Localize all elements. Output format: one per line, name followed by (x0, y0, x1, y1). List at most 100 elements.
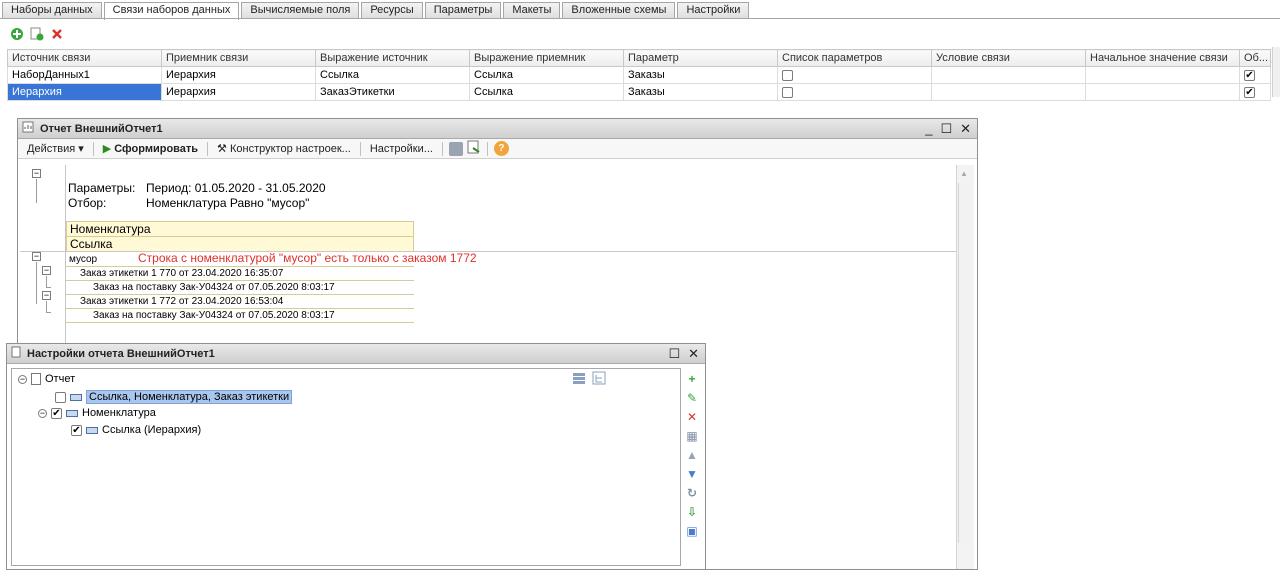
tab-resources[interactable]: Ресурсы (361, 2, 423, 19)
settings-window-titlebar[interactable]: Настройки отчета ВнешнийОтчет1 ☐ ✕ (7, 344, 705, 364)
print-icon[interactable] (448, 141, 463, 156)
save-settings-icon[interactable]: ▣ (685, 524, 699, 538)
column-header[interactable]: Начальное значение связи (1085, 49, 1240, 67)
report-window-titlebar[interactable]: Отчет ВнешнийОтчет1 _ ☐ ✕ (18, 119, 977, 139)
tab-strip: Наборы данных Связи наборов данных Вычис… (2, 2, 751, 20)
outer-scrollbar[interactable] (958, 183, 972, 543)
column-header[interactable]: Выражение приемник (469, 49, 624, 67)
tab-calculated-fields[interactable]: Вычисляемые поля (241, 2, 360, 19)
generate-button[interactable]: ▶ Сформировать (100, 142, 201, 155)
constructor-button[interactable]: ⚒ Конструктор настроек... (214, 142, 354, 155)
report-row[interactable]: Заказ на поставку Зак-У04324 от 07.05.20… (66, 281, 414, 295)
source-expr-cell[interactable]: ЗаказЭтикетки (315, 83, 470, 101)
table-scrollbar[interactable] (1272, 47, 1280, 97)
collapse-icon[interactable]: − (42, 291, 51, 300)
add-group-icon[interactable]: + (685, 372, 699, 386)
close-icon[interactable]: ✕ (960, 121, 971, 137)
move-down-icon[interactable]: ▼ (685, 467, 699, 481)
target-cell[interactable]: Иерархия (161, 66, 316, 84)
tree-node-report[interactable]: − Отчет (18, 373, 75, 385)
edit-icon[interactable]: ✎ (685, 391, 699, 405)
list-view-icon[interactable] (572, 371, 586, 388)
params-label: Параметры: (68, 181, 136, 195)
column-header[interactable]: Источник связи (7, 49, 162, 67)
tab-parameters[interactable]: Параметры (424, 2, 502, 19)
param-list-cell[interactable] (777, 83, 932, 101)
tab-data-sets[interactable]: Наборы данных (2, 2, 102, 19)
scroll-up-icon[interactable]: ▲ (960, 169, 968, 178)
required-checkbox[interactable]: ✔ (1244, 69, 1255, 81)
delete-icon[interactable] (50, 27, 64, 41)
param-list-checkbox[interactable] (782, 86, 793, 98)
report-row[interactable]: Заказ этикетки 1 770 от 23.04.2020 16:35… (66, 267, 414, 281)
settings-icon[interactable]: ▦ (685, 429, 699, 443)
field-icon (70, 393, 82, 401)
report-icon (31, 373, 41, 385)
collapse-icon[interactable]: − (42, 266, 51, 275)
required-cell[interactable]: ✔ (1239, 83, 1271, 101)
tree-label: Номенклатура (82, 407, 156, 419)
copy-icon[interactable] (30, 27, 44, 41)
param-list-checkbox[interactable] (782, 69, 793, 81)
tree-node-nomenclature[interactable]: − ✔ Номенклатура (38, 407, 156, 419)
table-row[interactable]: Иерархия Иерархия ЗаказЭтикетки Ссылка З… (7, 83, 1271, 101)
close-icon[interactable]: ✕ (688, 346, 699, 362)
report-row[interactable]: Заказ этикетки 1 772 от 23.04.2020 16:53… (66, 295, 414, 309)
import-icon[interactable]: ⇩ (685, 505, 699, 519)
source-cell[interactable]: НаборДанных1 (7, 66, 162, 84)
initial-value-cell[interactable] (1085, 66, 1240, 84)
param-cell[interactable]: Заказы (623, 83, 778, 101)
settings-doc-icon (11, 346, 21, 361)
target-cell[interactable]: Иерархия (161, 83, 316, 101)
required-checkbox[interactable]: ✔ (1244, 86, 1255, 98)
export-icon[interactable] (467, 140, 481, 157)
column-header[interactable]: Выражение источник (315, 49, 470, 67)
column-header[interactable]: Приемник связи (161, 49, 316, 67)
collapse-icon[interactable]: − (32, 169, 41, 178)
tab-settings[interactable]: Настройки (677, 2, 750, 19)
collapse-icon[interactable]: − (18, 374, 27, 384)
param-cell[interactable]: Заказы (623, 66, 778, 84)
param-list-cell[interactable] (777, 66, 932, 84)
maximize-icon[interactable]: ☐ (940, 121, 952, 137)
condition-cell[interactable] (931, 83, 1086, 101)
actions-menu[interactable]: Действия ▾ (24, 142, 87, 155)
source-cell[interactable]: Иерархия (7, 83, 162, 101)
minimize-icon[interactable]: _ (925, 121, 932, 137)
tree-node-link-hierarchy[interactable]: ✔ Ссылка (Иерархия) (71, 424, 201, 436)
group-line (36, 262, 37, 304)
grouping-checkbox[interactable] (55, 391, 66, 403)
column-header[interactable]: Список параметров (777, 49, 932, 67)
target-expr-cell[interactable]: Ссылка (469, 66, 624, 84)
table-row[interactable]: НаборДанных1 Иерархия Ссылка Ссылка Зака… (7, 66, 1271, 84)
initial-value-cell[interactable] (1085, 83, 1240, 101)
add-icon[interactable] (10, 27, 24, 41)
report-row[interactable]: Заказ на поставку Зак-У04324 от 07.05.20… (66, 309, 414, 323)
tab-nested-schemas[interactable]: Вложенные схемы (562, 2, 676, 19)
collapse-icon[interactable]: − (38, 408, 47, 418)
settings-button[interactable]: Настройки... (367, 143, 436, 155)
refresh-icon[interactable]: ↻ (685, 486, 699, 500)
tab-templates[interactable]: Макеты (503, 2, 561, 19)
column-header-nomenclature: Номенклатура (66, 221, 414, 237)
target-expr-cell[interactable]: Ссылка (469, 83, 624, 101)
links-toolbar (10, 27, 64, 41)
column-header[interactable]: Об... (1239, 49, 1271, 67)
tree-view-icon[interactable] (592, 371, 606, 388)
collapse-icon[interactable]: − (32, 252, 41, 261)
help-icon[interactable]: ? (493, 141, 509, 156)
nomenclature-checkbox[interactable]: ✔ (51, 407, 62, 419)
required-cell[interactable]: ✔ (1239, 66, 1271, 84)
column-header[interactable]: Параметр (623, 49, 778, 67)
condition-cell[interactable] (931, 66, 1086, 84)
group-value: мусор (69, 254, 98, 265)
source-expr-cell[interactable]: Ссылка (315, 66, 470, 84)
link-checkbox[interactable]: ✔ (71, 424, 82, 436)
move-up-icon[interactable]: ▲ (685, 448, 699, 462)
settings-window: Настройки отчета ВнешнийОтчет1 ☐ ✕ − Отч… (6, 343, 706, 570)
delete-icon[interactable]: ✕ (685, 410, 699, 424)
maximize-icon[interactable]: ☐ (668, 346, 680, 362)
column-header-link: Ссылка (66, 236, 414, 252)
column-header[interactable]: Условие связи (931, 49, 1086, 67)
tree-node-grouping[interactable]: Ссылка, Номенклатура, Заказ этикетки (55, 390, 293, 404)
